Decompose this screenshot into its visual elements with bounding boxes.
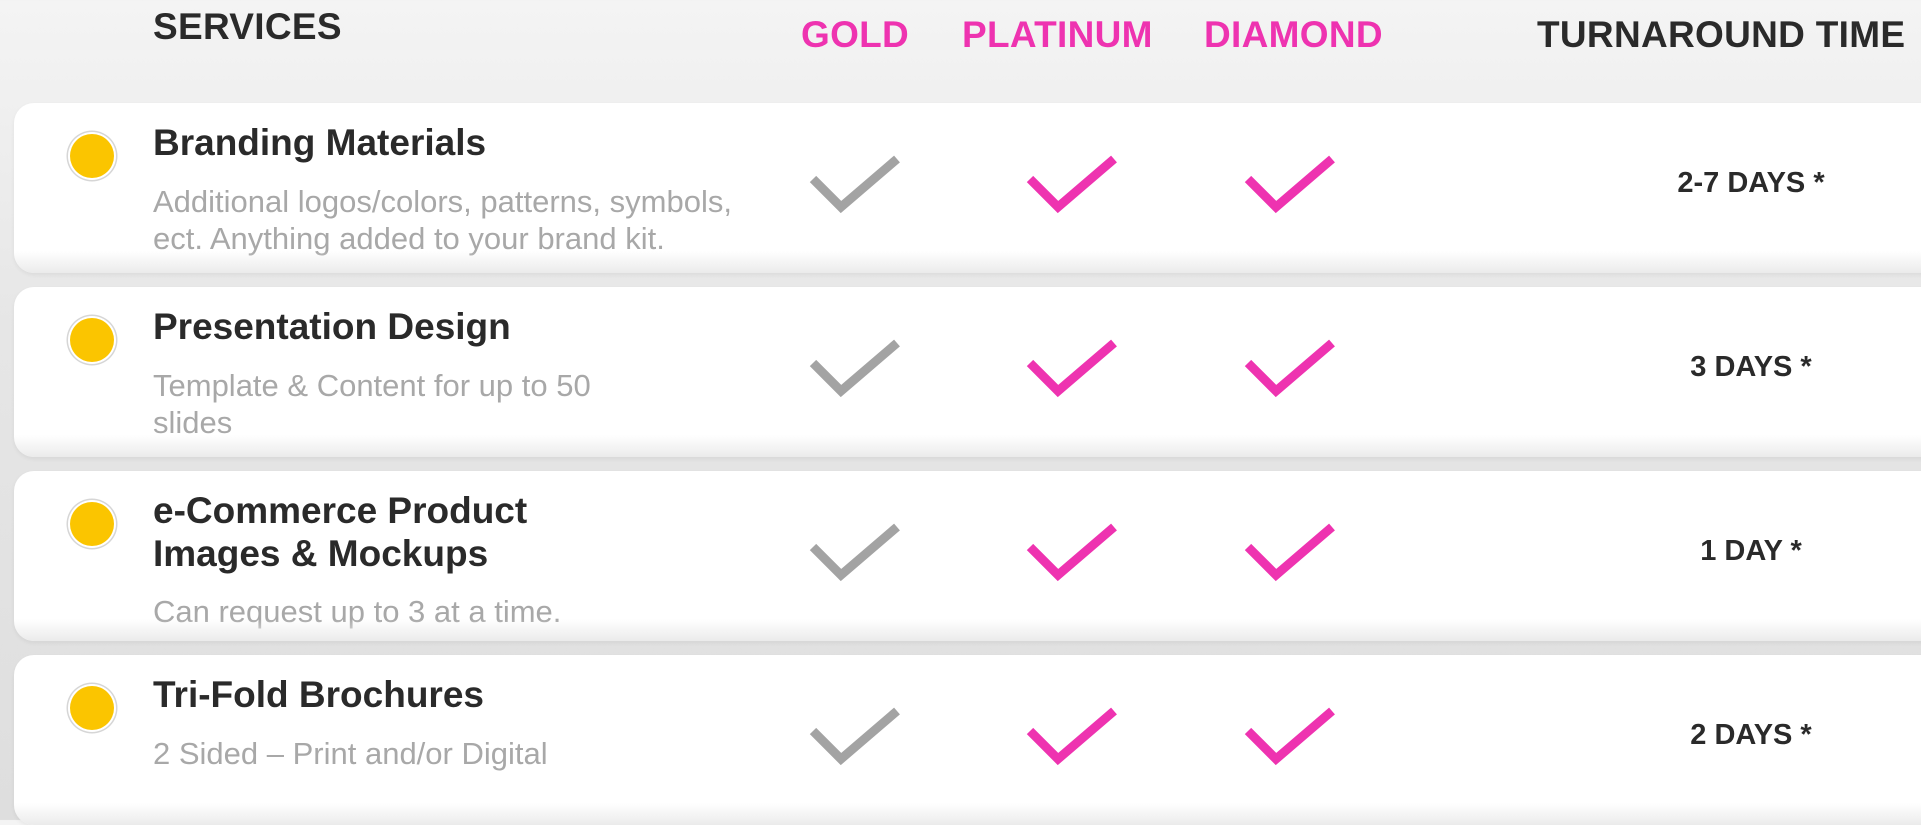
service-title: Branding Materials xyxy=(153,122,487,163)
header-platinum: PLATINUM xyxy=(962,14,1153,55)
service-row-presentation-design: Presentation Design Template & Content f… xyxy=(14,287,1921,457)
bullet-dot-icon xyxy=(70,318,114,362)
turnaround-time: 1 DAY * xyxy=(1700,535,1802,567)
gold-check-icon xyxy=(807,151,903,217)
turnaround-time: 2 DAYS * xyxy=(1690,719,1812,751)
platinum-check-icon xyxy=(1024,703,1120,769)
service-description: Can request up to 3 at a time. xyxy=(153,594,562,629)
platinum-check-icon xyxy=(1024,151,1120,217)
platinum-check-icon xyxy=(1024,335,1120,401)
turnaround-time: 3 DAYS * xyxy=(1690,351,1812,383)
service-title: e-Commerce Product Images & Mockups xyxy=(153,490,528,574)
header-services: SERVICES xyxy=(153,6,342,47)
service-row-branding-materials: Branding Materials Additional logos/colo… xyxy=(14,103,1921,273)
diamond-check-icon xyxy=(1242,519,1338,585)
service-description: Additional logos/colors, patterns, symbo… xyxy=(153,184,732,256)
table-header: SERVICES GOLD PLATINUM DIAMOND TURNAROUN… xyxy=(0,0,1921,100)
diamond-check-icon xyxy=(1242,335,1338,401)
turnaround-time: 2-7 DAYS * xyxy=(1677,167,1825,199)
service-row-tri-fold-brochures: Tri-Fold Brochures 2 Sided – Print and/o… xyxy=(14,655,1921,825)
bullet-dot-icon xyxy=(70,502,114,546)
service-title: Presentation Design xyxy=(153,306,511,347)
header-turnaround-time: TURNAROUND TIME xyxy=(1537,14,1906,55)
header-gold: GOLD xyxy=(801,14,910,55)
gold-check-icon xyxy=(807,335,903,401)
bullet-dot-icon xyxy=(70,686,114,730)
header-diamond: DIAMOND xyxy=(1204,14,1383,55)
platinum-check-icon xyxy=(1024,519,1120,585)
service-row-ecommerce-images: e-Commerce Product Images & Mockups Can … xyxy=(14,471,1921,641)
gold-check-icon xyxy=(807,519,903,585)
service-description: 2 Sided – Print and/or Digital xyxy=(153,736,548,771)
bullet-dot-icon xyxy=(70,134,114,178)
diamond-check-icon xyxy=(1242,151,1338,217)
diamond-check-icon xyxy=(1242,703,1338,769)
gold-check-icon xyxy=(807,703,903,769)
service-title: Tri-Fold Brochures xyxy=(153,674,484,715)
service-description: Template & Content for up to 50 slides xyxy=(153,368,591,440)
